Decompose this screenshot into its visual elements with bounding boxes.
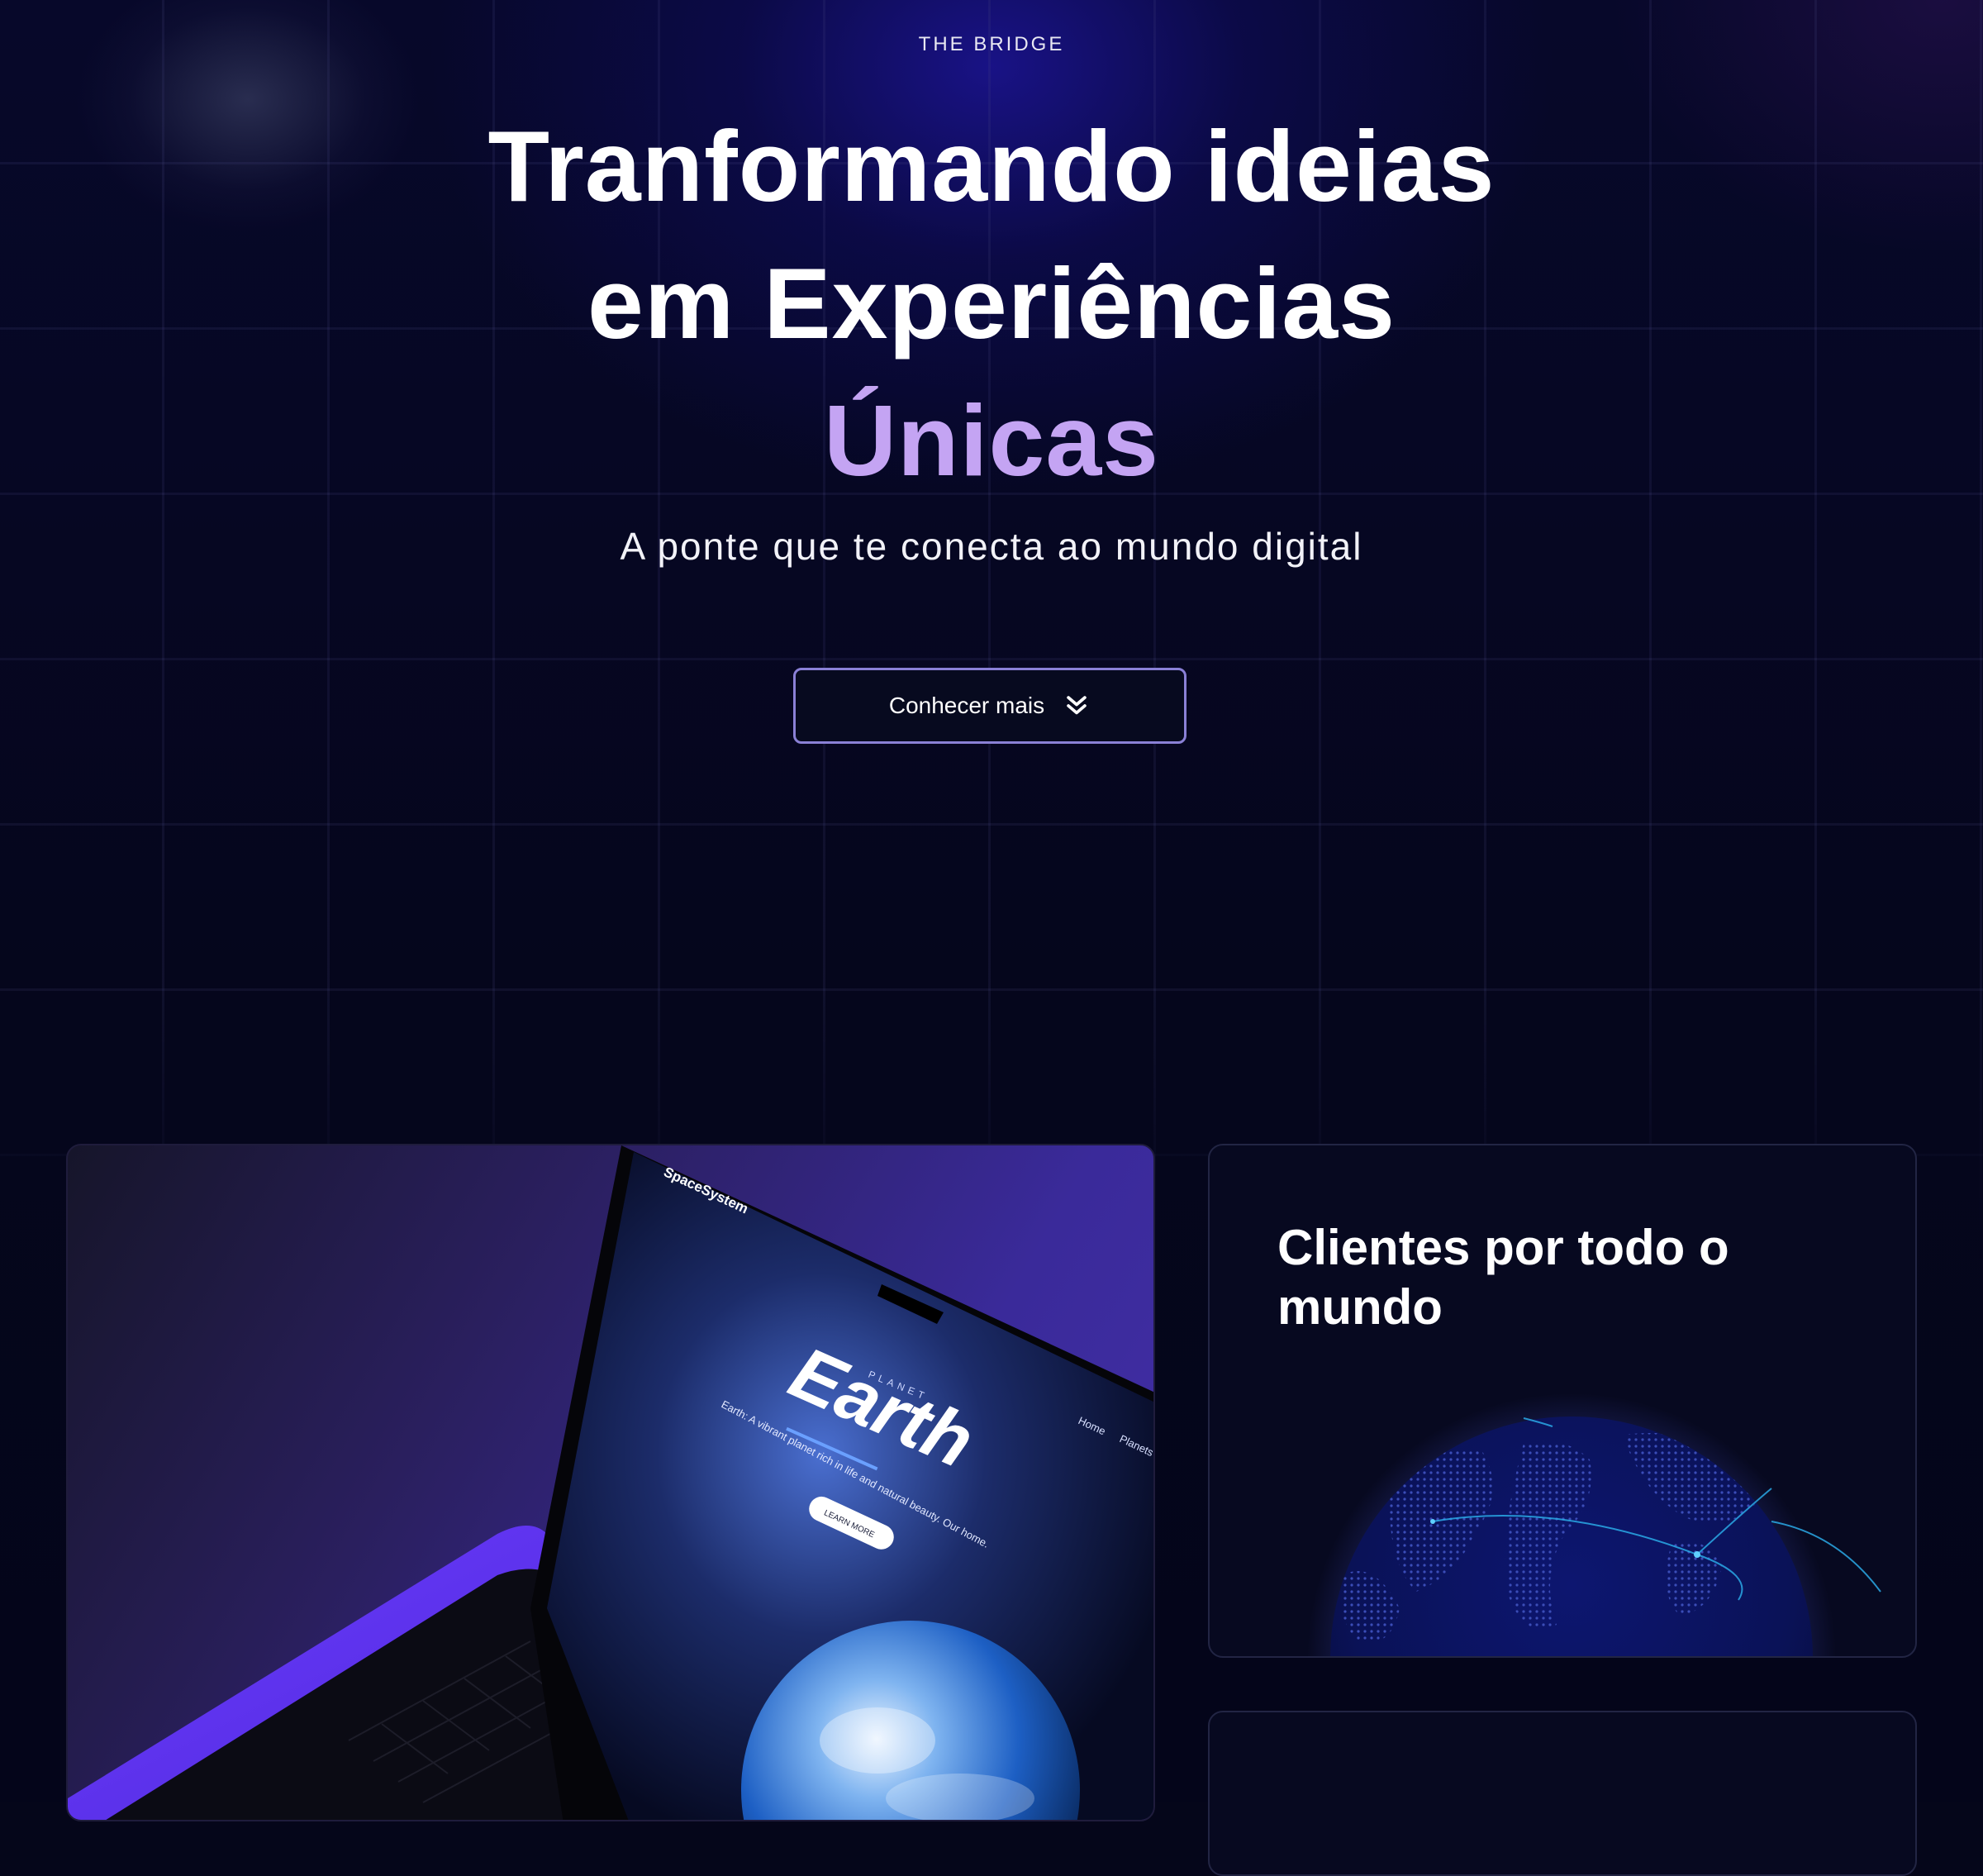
hero-title-accent: Únicas	[823, 384, 1160, 497]
worldwide-clients-card[interactable]: Clientes por todo o mundo	[1208, 1144, 1917, 1658]
portfolio-showcase-card[interactable]: SpaceSystem Home Planets PLANET Earth Ea…	[66, 1144, 1155, 1821]
laptop-mockup-image: SpaceSystem Home Planets PLANET Earth Ea…	[68, 1145, 1153, 1820]
next-feature-card[interactable]	[1208, 1711, 1917, 1876]
brand-name: THE BRIDGE	[918, 33, 1065, 55]
hero-subtitle: A ponte que te conecta ao mundo digital	[620, 525, 1363, 568]
hero-title-line-1: Tranformando ideias	[487, 110, 1496, 222]
learn-more-button[interactable]: Conhecer mais	[793, 668, 1186, 744]
hero-title: Tranformando ideias em Experiências Únic…	[330, 98, 1652, 509]
learn-more-label: Conhecer mais	[888, 693, 1045, 718]
double-chevron-down-icon	[1067, 696, 1087, 715]
hero-title-line-2: em Experiências	[587, 247, 1396, 359]
globe-illustration	[1307, 1393, 1881, 1656]
